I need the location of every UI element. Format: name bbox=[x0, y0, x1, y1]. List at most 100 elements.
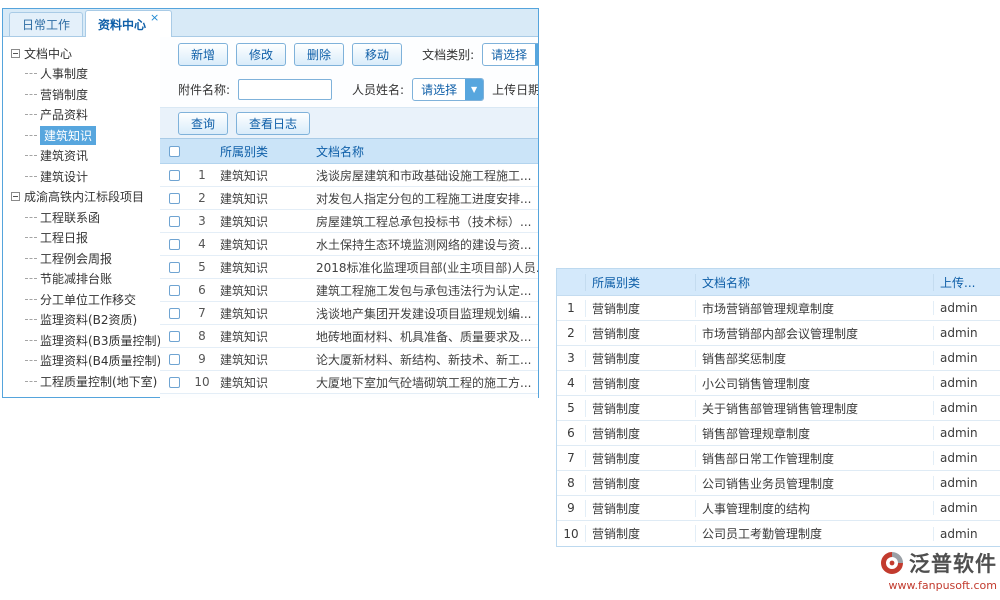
tab-data-center[interactable]: 资料中心 × bbox=[85, 10, 172, 37]
tree-node[interactable]: 工程例会周报 bbox=[11, 248, 160, 269]
row-checkbox[interactable] bbox=[169, 170, 180, 181]
collapse-icon[interactable] bbox=[11, 192, 20, 201]
tree-connector bbox=[25, 73, 37, 74]
table-row[interactable]: 7建筑知识浅谈地产集团开发建设项目监理规划编... bbox=[160, 302, 538, 325]
brand-name: 泛普软件 bbox=[909, 548, 997, 578]
table-row[interactable]: 5建筑知识2018标准化监理项目部(业主项目部)人员... bbox=[160, 256, 538, 279]
table-row[interactable]: 10建筑知识大厦地下室加气砼墙砌筑工程的施工方... bbox=[160, 371, 538, 394]
tree-connector bbox=[25, 258, 37, 259]
table-row[interactable]: 9建筑知识论大厦新材料、新结构、新技术、新工... bbox=[160, 348, 538, 371]
tree-connector bbox=[25, 278, 37, 279]
close-icon[interactable]: × bbox=[150, 12, 159, 23]
tree-node-project-root[interactable]: 成渝高铁内江标段项目 bbox=[11, 187, 160, 208]
tree-label: 建筑设计 bbox=[40, 168, 88, 185]
row-checkbox[interactable] bbox=[169, 262, 180, 273]
tree-node[interactable]: 监理资料(B2资质) bbox=[11, 310, 160, 331]
tree-label: 分工单位工作移交 bbox=[40, 291, 136, 308]
row-docname: 关于销售部管理销售管理制度 bbox=[695, 400, 933, 417]
tree-node[interactable]: 监理资料(B4质量控制) bbox=[11, 351, 160, 372]
table-row[interactable]: 8建筑知识地砖地面材料、机具准备、质量要求及... bbox=[160, 325, 538, 348]
attachment-name-input[interactable] bbox=[238, 79, 332, 100]
table-row[interactable]: 5营销制度关于销售部管理销售管理制度admin bbox=[557, 396, 1000, 421]
row-category: 营销制度 bbox=[585, 450, 695, 467]
row-category: 营销制度 bbox=[585, 300, 695, 317]
tree-label: 工程日报 bbox=[40, 229, 88, 246]
tree-node[interactable]: 人事制度 bbox=[11, 64, 160, 85]
tree-node[interactable]: 工程联系函 bbox=[11, 207, 160, 228]
select-value: 请选择 bbox=[413, 81, 465, 98]
tree-node[interactable]: 工程日报 bbox=[11, 228, 160, 249]
tab-bar: 日常工作 资料中心 × bbox=[3, 9, 538, 37]
row-checkbox[interactable] bbox=[169, 331, 180, 342]
person-select[interactable]: 请选择 ▼ bbox=[412, 78, 484, 101]
tab-label: 资料中心 bbox=[98, 16, 146, 33]
tree-node-selected[interactable]: 建筑知识 bbox=[11, 125, 160, 146]
row-number: 2 bbox=[557, 326, 585, 340]
document-tree: 文档中心 人事制度 营销制度 产品资料 建筑知识 建筑资讯 建筑设计 成渝高铁内… bbox=[3, 37, 160, 398]
add-button[interactable]: 新增 bbox=[178, 43, 228, 66]
table-row[interactable]: 3建筑知识房屋建筑工程总承包投标书（技术标）... bbox=[160, 210, 538, 233]
tab-daily-work[interactable]: 日常工作 bbox=[9, 12, 83, 36]
row-docname: 市场营销部内部会议管理制度 bbox=[695, 325, 933, 342]
row-uploader: admin bbox=[933, 401, 1000, 415]
row-docname: 公司员工考勤管理制度 bbox=[695, 525, 933, 542]
view-log-button[interactable]: 查看日志 bbox=[236, 112, 310, 135]
tree-node[interactable]: 建筑资讯 bbox=[11, 146, 160, 167]
modify-button[interactable]: 修改 bbox=[236, 43, 286, 66]
row-category: 营销制度 bbox=[585, 500, 695, 517]
row-category: 建筑知识 bbox=[216, 190, 312, 207]
table-row[interactable]: 8营销制度公司销售业务员管理制度admin bbox=[557, 471, 1000, 496]
table-row[interactable]: 6建筑知识建筑工程施工发包与承包违法行为认定... bbox=[160, 279, 538, 302]
table-row[interactable]: 2建筑知识对发包人指定分包的工程施工进度安排... bbox=[160, 187, 538, 210]
row-checkbox[interactable] bbox=[169, 377, 180, 388]
row-docname: 对发包人指定分包的工程施工进度安排... bbox=[312, 190, 538, 207]
doc-type-select[interactable]: 请选择 ▼ bbox=[482, 43, 538, 66]
table-row[interactable]: 2营销制度市场营销部内部会议管理制度admin bbox=[557, 321, 1000, 346]
table-row[interactable]: 6营销制度销售部管理规章制度admin bbox=[557, 421, 1000, 446]
toolbar-row-actions: 新增 修改 删除 移动 文档类别: 请选择 ▼ 文档 bbox=[160, 37, 538, 72]
row-uploader: admin bbox=[933, 501, 1000, 515]
row-checkbox[interactable] bbox=[169, 193, 180, 204]
row-checkbox[interactable] bbox=[169, 216, 180, 227]
tab-label: 日常工作 bbox=[22, 16, 70, 33]
table-row[interactable]: 10营销制度公司员工考勤管理制度admin bbox=[557, 521, 1000, 546]
collapse-icon[interactable] bbox=[11, 49, 20, 58]
row-docname: 浅谈房屋建筑和市政基础设施工程施工... bbox=[312, 167, 538, 184]
table-row[interactable]: 3营销制度销售部奖惩制度admin bbox=[557, 346, 1000, 371]
row-uploader: admin bbox=[933, 527, 1000, 541]
tree-node[interactable]: 分工单位工作移交 bbox=[11, 289, 160, 310]
tree-label: 工程质量控制(地下室) bbox=[40, 373, 157, 390]
table-row[interactable]: 9营销制度人事管理制度的结构admin bbox=[557, 496, 1000, 521]
table-row[interactable]: 7营销制度销售部日常工作管理制度admin bbox=[557, 446, 1000, 471]
row-checkbox[interactable] bbox=[169, 308, 180, 319]
content-area: 新增 修改 删除 移动 文档类别: 请选择 ▼ 文档 附件名称: 人员姓名: 请… bbox=[160, 37, 538, 398]
row-checkbox[interactable] bbox=[169, 285, 180, 296]
tree-node[interactable]: 监理资料(B3质量控制) bbox=[11, 330, 160, 351]
tree-node[interactable]: 建筑设计 bbox=[11, 166, 160, 187]
tree-node[interactable]: 营销制度 bbox=[11, 84, 160, 105]
row-docname: 人事管理制度的结构 bbox=[695, 500, 933, 517]
query-button[interactable]: 查询 bbox=[178, 112, 228, 135]
row-category: 建筑知识 bbox=[216, 236, 312, 253]
table-row[interactable]: 4营销制度小公司销售管理制度admin bbox=[557, 371, 1000, 396]
row-category: 建筑知识 bbox=[216, 282, 312, 299]
row-uploader: admin bbox=[933, 426, 1000, 440]
tree-node[interactable]: 工程质量控制(地下室) bbox=[11, 371, 160, 392]
row-checkbox[interactable] bbox=[169, 354, 180, 365]
row-number: 3 bbox=[557, 351, 585, 365]
select-all-checkbox[interactable] bbox=[169, 146, 180, 157]
tree-node[interactable]: 产品资料 bbox=[11, 105, 160, 126]
tree-connector bbox=[25, 319, 37, 320]
row-category: 营销制度 bbox=[585, 325, 695, 342]
tree-node[interactable]: 节能减排台账 bbox=[11, 269, 160, 290]
move-button[interactable]: 移动 bbox=[352, 43, 402, 66]
column-header-docname: 文档名称 bbox=[695, 274, 933, 291]
table-row[interactable]: 1营销制度市场营销部管理规章制度admin bbox=[557, 296, 1000, 321]
row-number: 5 bbox=[188, 260, 216, 274]
tree-node-doc-center[interactable]: 文档中心 bbox=[11, 43, 160, 64]
row-checkbox[interactable] bbox=[169, 239, 180, 250]
table-row[interactable]: 4建筑知识水土保持生态环境监测网络的建设与资... bbox=[160, 233, 538, 256]
delete-button[interactable]: 删除 bbox=[294, 43, 344, 66]
table-row[interactable]: 1建筑知识浅谈房屋建筑和市政基础设施工程施工... bbox=[160, 164, 538, 187]
row-number: 10 bbox=[557, 527, 585, 541]
